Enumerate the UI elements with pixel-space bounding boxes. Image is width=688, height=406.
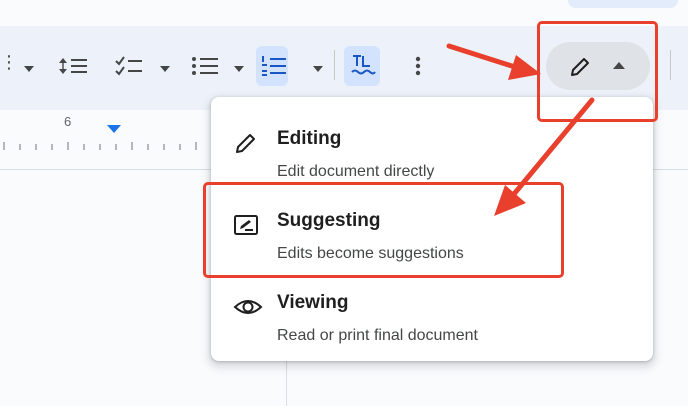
arrow-to-suggesting	[494, 97, 595, 216]
annotation-arrows	[446, 43, 595, 216]
arrow-to-mode-button	[446, 43, 541, 80]
